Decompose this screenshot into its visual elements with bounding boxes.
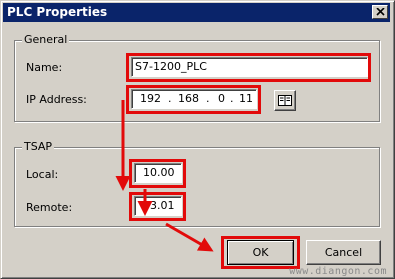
- ok-highlight: [221, 236, 300, 269]
- cancel-button[interactable]: Cancel: [306, 240, 381, 265]
- annotation-arrows: [115, 100, 214, 252]
- cancel-label: Cancel: [324, 246, 363, 259]
- watermark: www.diangon.com: [289, 266, 387, 277]
- arrow-remote-to-ok: [165, 222, 214, 252]
